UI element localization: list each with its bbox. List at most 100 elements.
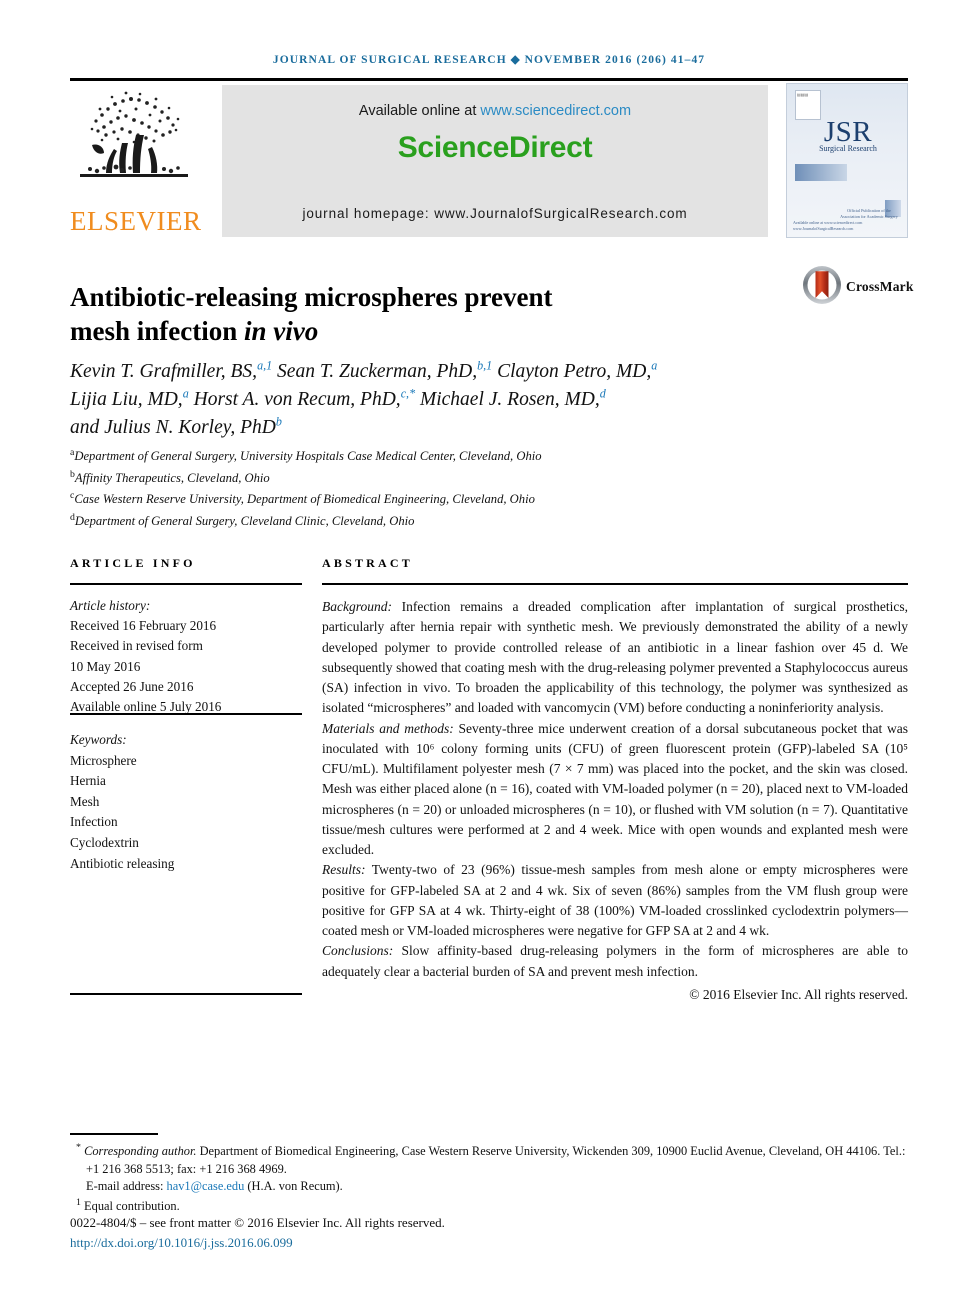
author-5-name: Horst A. von Recum, PhD, bbox=[188, 388, 401, 410]
abstract-background-label: Background: bbox=[322, 599, 392, 614]
affiliation-text: Department of General Surgery, Cleveland… bbox=[74, 514, 415, 529]
affiliation-item: aDepartment of General Surgery, Universi… bbox=[70, 445, 790, 467]
author-3-name: Clayton Petro, MD, bbox=[492, 360, 652, 382]
affiliation-item: bAffinity Therapeutics, Cleveland, Ohio bbox=[70, 467, 790, 489]
title-line-2-plain: mesh infection bbox=[70, 316, 244, 347]
article-history-item: Accepted 26 June 2016 bbox=[70, 678, 194, 694]
elsevier-tree-icon bbox=[80, 91, 188, 177]
abstract-copyright: © 2016 Elsevier Inc. All rights reserved… bbox=[689, 986, 908, 1002]
crossmark-icon bbox=[803, 266, 841, 304]
affiliation-text: Department of General Surgery, Universit… bbox=[74, 449, 542, 464]
front-matter-text: 0022-4804/$ – see front matter © 2016 El… bbox=[70, 1215, 445, 1230]
abstract-background-text: Infection remains a dreaded complication… bbox=[322, 599, 908, 716]
abstract-methods-paragraph: Materials and methods: Seventy-three mic… bbox=[322, 719, 908, 861]
keyword-item: Infection bbox=[70, 814, 118, 830]
footnote-rule bbox=[70, 1133, 158, 1135]
sciencedirect-banner: Available online at www.sciencedirect.co… bbox=[222, 85, 768, 237]
corresponding-author-label: Corresponding author. bbox=[84, 1144, 197, 1159]
author-4-name: Lijia Liu, MD, bbox=[70, 388, 183, 410]
abstract-rule bbox=[322, 583, 908, 585]
cover-subtitle: Surgical Research bbox=[819, 144, 877, 153]
journal-cover-thumbnail: ▤▤▤ JSR Surgical Research Official Publi… bbox=[786, 83, 908, 238]
crossmark-badge[interactable]: CrossMark bbox=[802, 265, 913, 311]
article-history-item: Received in revised form bbox=[70, 638, 203, 654]
journal-masthead: ELSEVIER Available online at www.science… bbox=[70, 83, 908, 238]
email-link[interactable]: hav1@case.edu bbox=[167, 1179, 245, 1193]
keywords-block: Keywords: Microsphere Hernia Mesh Infect… bbox=[70, 730, 302, 874]
author-5-marks: c,* bbox=[400, 386, 416, 401]
author-line-3: and Julius N. Korley, PhDb bbox=[70, 414, 282, 439]
author-1-name: Kevin T. Grafmiller, BS, bbox=[70, 360, 258, 382]
keywords-label: Keywords: bbox=[70, 732, 127, 747]
abstract-results-label: Results: bbox=[322, 862, 366, 878]
article-history-block: Article history: Received 16 February 20… bbox=[70, 596, 302, 717]
abstract-body: Background: Infection remains a dreaded … bbox=[322, 597, 908, 1005]
running-head: JOURNAL OF SURGICAL RESEARCH ◆ NOVEMBER … bbox=[272, 54, 706, 66]
cover-title: JSR bbox=[823, 116, 873, 148]
title-line-1: Antibiotic-releasing microspheres preven… bbox=[70, 282, 553, 313]
journal-homepage-text[interactable]: journal homepage: www.JournalofSurgicalR… bbox=[222, 206, 768, 221]
abstract-column: ABSTRACT Background: Infection remains a… bbox=[322, 556, 908, 1005]
affiliation-item: cCase Western Reserve University, Depart… bbox=[70, 488, 790, 510]
corresponding-author-text: Department of Biomedical Engineering, Ca… bbox=[86, 1144, 906, 1176]
author-6-name: Michael J. Rosen, MD, bbox=[415, 388, 600, 410]
email-label: E-mail address: bbox=[86, 1179, 167, 1194]
sciencedirect-url-link[interactable]: www.sciencedirect.com bbox=[480, 103, 631, 119]
email-footnote: E-mail address: hav1@case.edu (H.A. von … bbox=[70, 1178, 910, 1196]
affiliation-text: Affinity Therapeutics, Cleveland, Ohio bbox=[74, 470, 270, 485]
cover-footline: Official Publication of the Association … bbox=[840, 208, 898, 220]
author-7-name: and Julius N. Korley, PhD bbox=[70, 417, 276, 439]
corresponding-author-mark: * bbox=[76, 1142, 81, 1153]
article-info-heading: ARTICLE INFO bbox=[70, 556, 196, 570]
keywords-rule-bottom bbox=[70, 993, 302, 995]
abstract-conclusions-paragraph: Conclusions: Slow affinity-based drug-re… bbox=[322, 941, 908, 982]
available-online-prefix: Available online at bbox=[358, 103, 481, 119]
abstract-heading: ABSTRACT bbox=[322, 556, 413, 570]
email-suffix: (H.A. von Recum). bbox=[244, 1179, 343, 1194]
abstract-conclusions-label: Conclusions: bbox=[322, 943, 394, 959]
elsevier-wordmark: ELSEVIER bbox=[70, 206, 202, 236]
page-title: Antibiotic-releasing microspheres preven… bbox=[70, 280, 690, 348]
header-rule bbox=[70, 78, 908, 81]
article-history-item: 10 May 2016 bbox=[70, 658, 141, 674]
elsevier-logo: ELSEVIER bbox=[70, 85, 202, 237]
footnote-block: * Corresponding author. Department of Bi… bbox=[70, 1141, 910, 1216]
available-online-text: Available online at www.sciencedirect.co… bbox=[222, 103, 768, 119]
author-2-name: Sean T. Zuckerman, PhD, bbox=[272, 360, 478, 382]
article-info-rule bbox=[70, 583, 302, 585]
affiliation-text: Case Western Reserve University, Departm… bbox=[74, 492, 535, 507]
abstract-methods-text: Seventy-three mice underwent creation of… bbox=[322, 720, 908, 858]
author-line-2: Lijia Liu, MD,a Horst A. von Recum, PhD,… bbox=[70, 386, 606, 410]
author-7-marks: b bbox=[275, 414, 282, 429]
author-2-marks: b,1 bbox=[477, 358, 493, 372]
cover-bottomline: Available online at www.sciencedirect.co… bbox=[793, 220, 863, 231]
author-6-marks: d bbox=[599, 386, 606, 401]
affiliation-item: dDepartment of General Surgery, Clevelan… bbox=[70, 510, 790, 532]
abstract-background-paragraph: Background: Infection remains a dreaded … bbox=[322, 597, 908, 719]
cover-elsevier-mark-icon: ▤▤▤ bbox=[795, 90, 821, 120]
corresponding-author-footnote: * Corresponding author. Department of Bi… bbox=[70, 1141, 910, 1178]
keyword-item: Cyclodextrin bbox=[70, 834, 139, 850]
abstract-results-text: Twenty-two of 23 (96%) tissue-mesh sampl… bbox=[322, 862, 908, 938]
author-list: Kevin T. Grafmiller, BS,a,1 Sean T. Zuck… bbox=[70, 357, 870, 442]
paper-page: JOURNAL OF SURGICAL RESEARCH ◆ NOVEMBER … bbox=[0, 0, 975, 1305]
equal-contribution-text: Equal contribution. bbox=[80, 1199, 180, 1214]
article-history-item: Received 16 February 2016 bbox=[70, 618, 217, 634]
front-matter-block: 0022-4804/$ – see front matter © 2016 El… bbox=[70, 1213, 910, 1252]
author-line-1: Kevin T. Grafmiller, BS,a,1 Sean T. Zuck… bbox=[70, 358, 658, 382]
title-line-2-italic: in vivo bbox=[243, 316, 319, 347]
article-info-column: ARTICLE INFO Article history: Received 1… bbox=[70, 556, 302, 717]
doi-link[interactable]: http://dx.doi.org/10.1016/j.jss.2016.06.… bbox=[70, 1233, 910, 1253]
abstract-results-paragraph: Results: Twenty-two of 23 (96%) tissue-m… bbox=[322, 860, 908, 941]
sciencedirect-wordmark: ScienceDirect bbox=[397, 131, 593, 164]
crossmark-label: CrossMark bbox=[846, 279, 914, 294]
keyword-item: Hernia bbox=[70, 773, 106, 789]
keyword-item: Microsphere bbox=[70, 752, 137, 768]
keyword-item: Mesh bbox=[70, 793, 100, 809]
keyword-item: Antibiotic releasing bbox=[70, 855, 175, 871]
affiliation-list: aDepartment of General Surgery, Universi… bbox=[70, 445, 790, 532]
author-3-marks: a bbox=[651, 358, 658, 372]
abstract-conclusions-text: Slow affinity-based drug-releasing polym… bbox=[322, 943, 908, 979]
cover-bar-upper bbox=[795, 164, 847, 181]
article-info-rule-bottom bbox=[70, 713, 302, 715]
